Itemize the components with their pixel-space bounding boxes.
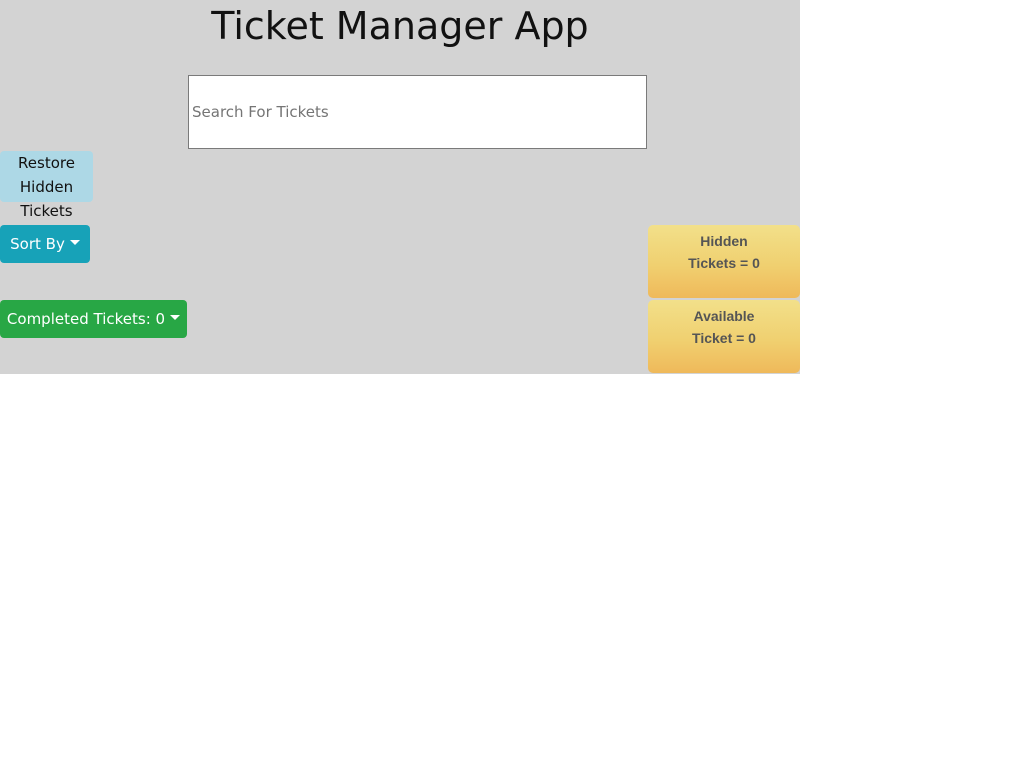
app-panel: Ticket Manager App Restore Hidden Ticket… [0, 0, 800, 374]
available-tickets-line1: Available [693, 308, 755, 324]
caret-down-icon [170, 314, 181, 320]
search-input[interactable] [188, 75, 647, 149]
hidden-tickets-card: Hidden Tickets = 0 [648, 225, 800, 298]
hidden-tickets-line1: Hidden [700, 233, 748, 249]
caret-down-icon [69, 239, 80, 245]
sort-by-label: Sort By [10, 235, 65, 253]
completed-tickets-label: Completed Tickets: 0 [6, 310, 166, 328]
restore-label-line2: Hidden [19, 178, 74, 196]
available-tickets-count: Ticket = 0 [692, 330, 756, 346]
available-tickets-card: Available Ticket = 0 [648, 300, 800, 373]
completed-tickets-dropdown-button[interactable]: Completed Tickets: 0 [0, 300, 187, 338]
restore-label-line3: Tickets [20, 202, 73, 220]
page-title: Ticket Manager App [211, 4, 589, 48]
restore-label-line1: Restore [18, 154, 75, 172]
hidden-tickets-count: Tickets = 0 [688, 255, 760, 271]
sort-by-dropdown-button[interactable]: Sort By [0, 225, 90, 263]
restore-hidden-tickets-button[interactable]: Restore Hidden Tickets [0, 151, 93, 223]
